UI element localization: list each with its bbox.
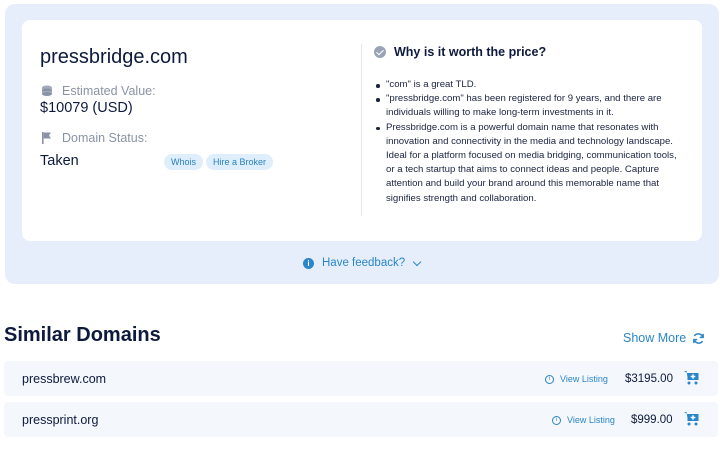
domain-status: Taken bbox=[40, 153, 79, 169]
show-more-button[interactable]: Show More bbox=[623, 331, 705, 345]
domain-status-label-row: Domain Status: bbox=[40, 131, 147, 145]
add-to-cart-icon[interactable] bbox=[683, 369, 700, 391]
similar-domain-row[interactable]: pressprint.org i View Listing $999.00 bbox=[4, 402, 718, 437]
why-heading: Why is it worth the price? bbox=[374, 45, 546, 59]
similar-domain-row[interactable]: pressbrew.com i View Listing $3195.00 bbox=[4, 361, 718, 396]
why-item: "pressbridge.com" has been registered fo… bbox=[376, 92, 686, 120]
add-to-cart-icon[interactable] bbox=[683, 410, 700, 432]
why-heading-text: Why is it worth the price? bbox=[394, 45, 547, 59]
estimated-value-label-row: Estimated Value: bbox=[40, 84, 156, 98]
similar-domains-title: Similar Domains bbox=[4, 324, 161, 346]
view-listing-label: View Listing bbox=[560, 374, 608, 384]
similar-domain-price: $3195.00 bbox=[625, 373, 673, 385]
view-listing-link[interactable]: i View Listing bbox=[545, 374, 608, 384]
view-listing-label: View Listing bbox=[567, 415, 615, 425]
refresh-icon bbox=[693, 332, 705, 344]
hire-broker-button[interactable]: Hire a Broker bbox=[206, 154, 274, 170]
info-icon: i bbox=[545, 374, 554, 384]
similar-domain-name[interactable]: pressbrew.com bbox=[22, 372, 106, 386]
whois-button[interactable]: Whois bbox=[164, 154, 204, 170]
feedback-toggle[interactable]: i Have feedback? bbox=[303, 257, 422, 269]
view-listing-link[interactable]: i View Listing bbox=[552, 415, 615, 425]
feedback-label: Have feedback? bbox=[322, 257, 406, 269]
info-icon: i bbox=[552, 415, 561, 425]
estimated-value: $10079 (USD) bbox=[40, 100, 133, 116]
chevron-down-icon bbox=[412, 257, 422, 266]
info-icon: i bbox=[303, 257, 314, 269]
similar-domain-price: $999.00 bbox=[631, 414, 673, 426]
domain-title: pressbridge.com bbox=[40, 46, 188, 68]
why-item: Pressbridge.com is a powerful domain nam… bbox=[376, 121, 686, 206]
check-badge-icon bbox=[374, 46, 386, 58]
card-divider bbox=[361, 44, 362, 216]
similar-domain-name[interactable]: pressprint.org bbox=[22, 413, 98, 427]
estimated-value-label: Estimated Value: bbox=[62, 84, 156, 98]
coins-icon bbox=[40, 84, 54, 98]
flag-icon bbox=[40, 131, 54, 145]
why-item: "com" is a great TLD. bbox=[376, 78, 686, 92]
domain-status-label: Domain Status: bbox=[62, 131, 148, 145]
show-more-label: Show More bbox=[623, 331, 687, 345]
why-list: "com" is a great TLD. "pressbridge.com" … bbox=[376, 78, 686, 206]
